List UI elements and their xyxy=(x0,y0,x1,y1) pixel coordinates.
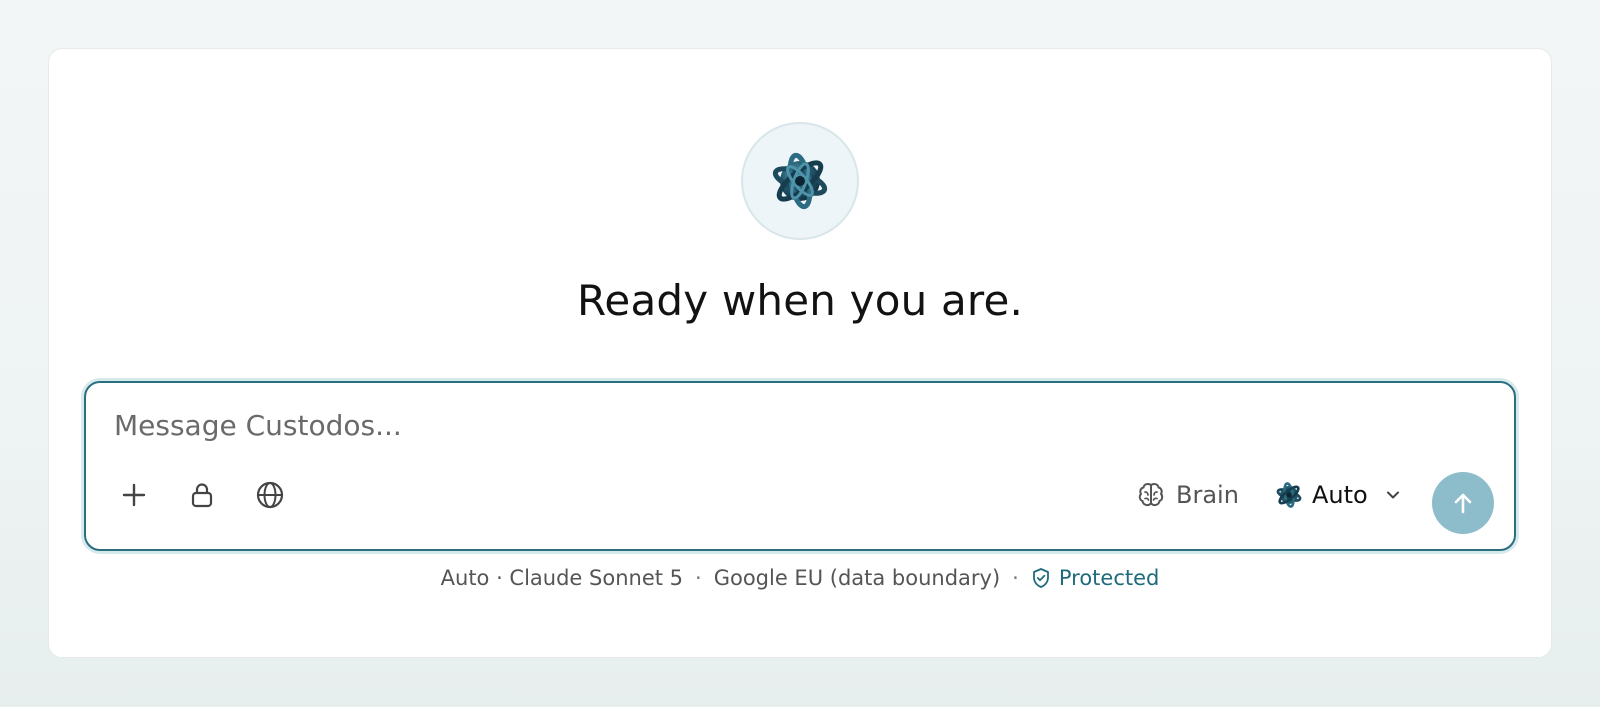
region-info: Google EU (data boundary) xyxy=(713,566,1001,590)
separator: · xyxy=(695,566,702,590)
model-status-bar: Auto · Claude Sonnet 5 · Google EU (data… xyxy=(0,566,1600,590)
send-button[interactable] xyxy=(1432,472,1494,534)
custodos-orb-icon xyxy=(1276,482,1302,508)
assistant-avatar xyxy=(741,122,859,240)
page-title: Ready when you are. xyxy=(576,276,1024,325)
brain-toggle-button[interactable]: Brain xyxy=(1136,475,1239,515)
globe-icon xyxy=(256,481,284,509)
mode-info: Auto · Claude Sonnet 5 xyxy=(440,566,684,590)
separator: · xyxy=(1012,566,1019,590)
custodos-orb-icon xyxy=(772,152,828,210)
message-input[interactable] xyxy=(114,405,1414,445)
model-selector[interactable]: Auto xyxy=(1276,475,1402,515)
protected-status: Protected xyxy=(1031,566,1160,590)
brain-label: Brain xyxy=(1176,481,1239,509)
chevron-down-icon xyxy=(1386,491,1399,499)
shield-check-icon xyxy=(1032,568,1049,588)
model-label: Auto xyxy=(1312,481,1368,509)
brain-icon xyxy=(1138,482,1164,507)
arrow-up-icon xyxy=(1454,493,1472,514)
web-search-button[interactable] xyxy=(250,475,290,515)
plus-icon xyxy=(122,483,146,507)
protected-label: Protected xyxy=(1058,566,1160,590)
message-composer: Brain Auto xyxy=(84,381,1516,551)
lock-icon xyxy=(191,483,213,508)
attach-button[interactable] xyxy=(114,475,154,515)
private-mode-button[interactable] xyxy=(182,475,222,515)
